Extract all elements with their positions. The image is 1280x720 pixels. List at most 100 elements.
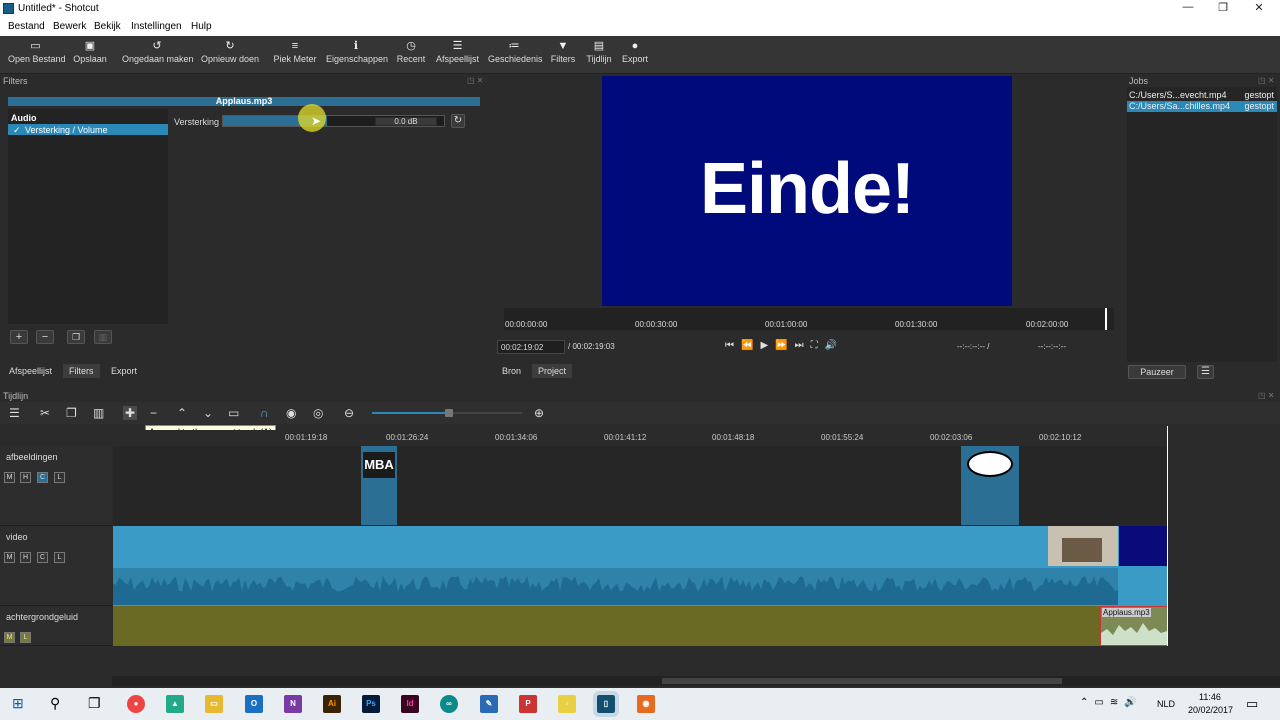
file-explorer-icon[interactable]: ▭ xyxy=(205,695,223,713)
photoshop-icon[interactable]: Ps xyxy=(362,695,380,713)
play-icon[interactable]: ▶ xyxy=(760,340,775,351)
indesign-icon[interactable]: Id xyxy=(401,695,419,713)
tab-project[interactable]: Project xyxy=(532,364,573,378)
notifications-icon[interactable]: ▭ xyxy=(1246,696,1258,712)
track-header-audio[interactable]: achtergrondgeluid M L xyxy=(0,606,112,646)
track-header-images[interactable]: afbeeldingen M H C L xyxy=(0,446,112,526)
tab-source[interactable]: Bron xyxy=(496,364,527,378)
recent-button[interactable]: ◷ Recent xyxy=(395,39,427,64)
scrollbar-handle[interactable] xyxy=(662,678,1062,684)
mute-button[interactable]: M xyxy=(4,552,15,563)
snap-icon[interactable]: ∩ xyxy=(260,406,269,420)
zoom-slider-handle[interactable] xyxy=(445,409,453,417)
lock-button[interactable]: L xyxy=(54,552,65,563)
overwrite-icon[interactable]: ⌄ xyxy=(203,406,213,420)
gain-value[interactable]: 0.0 dB xyxy=(375,117,437,126)
jobs-menu-button[interactable]: ☰ xyxy=(1197,365,1214,379)
track-audio[interactable]: Applaus.mp3 xyxy=(113,606,1168,646)
track-header-video[interactable]: video M H C L xyxy=(0,526,112,606)
sticky-notes-icon[interactable]: ▫ xyxy=(558,695,576,713)
paste-icon[interactable]: ▥ xyxy=(93,406,104,420)
copy-filter-button[interactable]: ❐ xyxy=(67,330,85,344)
menu-hulp[interactable]: Hulp xyxy=(191,21,212,32)
filters-dock-buttons[interactable]: ◳ ✕ xyxy=(467,76,483,85)
track-video[interactable] xyxy=(113,526,1168,606)
language-indicator[interactable]: NLD xyxy=(1157,699,1175,709)
mute-button[interactable]: M xyxy=(4,632,15,643)
outlook-icon[interactable]: O xyxy=(245,695,263,713)
history-button[interactable]: ≔ Geschiedenis xyxy=(488,39,543,64)
end-clip-thumbnail[interactable] xyxy=(1119,526,1168,566)
job-row[interactable]: C:/Users/Sa...chilles.mp4 gestopt xyxy=(1127,101,1277,112)
volume-icon[interactable]: 🔊 xyxy=(825,340,844,351)
lift-icon[interactable]: ⌃ xyxy=(177,406,187,420)
mute-button[interactable]: M xyxy=(4,472,15,483)
restore-button[interactable]: ❐ xyxy=(1213,1,1233,14)
minimize-button[interactable]: — xyxy=(1178,1,1198,13)
preview-scrubber[interactable]: 00:00:00:00 00:00:30:00 00:01:00:00 00:0… xyxy=(504,308,1114,330)
add-filter-button[interactable]: + xyxy=(10,330,28,344)
properties-button[interactable]: ℹ Eigenschappen xyxy=(326,39,388,64)
tab-export[interactable]: Export xyxy=(105,364,143,378)
save-button[interactable]: ▣ Opslaan xyxy=(72,39,108,64)
illustrator-icon[interactable]: Ai xyxy=(323,695,341,713)
arduino-icon[interactable]: ∞ xyxy=(440,695,458,713)
menu-bewerk[interactable]: Bewerk xyxy=(53,21,86,32)
redo-button[interactable]: ↻ Opnieuw doen xyxy=(200,39,260,64)
feather-icon[interactable]: ✎ xyxy=(480,695,498,713)
clock-time[interactable]: 11:46 xyxy=(1199,692,1221,702)
copy-icon[interactable]: ❐ xyxy=(66,406,77,420)
fast-forward-icon[interactable]: ⏩ xyxy=(775,340,794,351)
menu-instellingen[interactable]: Instellingen xyxy=(131,21,182,32)
append-icon[interactable]: ✚ xyxy=(123,406,138,420)
video-preview[interactable]: Einde! xyxy=(602,76,1012,306)
timeline-menu-icon[interactable]: ☰ xyxy=(9,406,20,420)
tray-icons[interactable]: ⌃▭≋🔊 xyxy=(1080,697,1143,708)
composite-button[interactable]: C xyxy=(37,472,48,483)
skip-previous-icon[interactable]: ⏮ xyxy=(725,340,741,351)
clock-date[interactable]: 20/02/2017 xyxy=(1188,705,1233,715)
zoom-out-icon[interactable]: ⊖ xyxy=(344,406,354,420)
chrome-icon[interactable]: ● xyxy=(127,695,145,713)
remove-filter-button[interactable]: − xyxy=(36,330,54,344)
job-row[interactable]: C:/Users/S...evecht.mp4 gestopt xyxy=(1127,90,1277,101)
image-clip[interactable]: MBA xyxy=(361,446,397,525)
image-clip[interactable] xyxy=(961,446,1019,525)
open-file-button[interactable]: ▭ Open Bestand xyxy=(8,39,66,64)
track-images[interactable]: MBA xyxy=(113,446,1168,526)
undo-button[interactable]: ↺ Ongedaan maken xyxy=(122,39,194,64)
timeline-playhead[interactable] xyxy=(1167,426,1168,646)
ripple-icon[interactable]: ◎ xyxy=(313,406,323,420)
filter-item-volume[interactable]: ✓ Versterking / Volume xyxy=(8,124,168,135)
playlist-button[interactable]: ☰ Afspeellijst xyxy=(436,39,479,64)
export-button[interactable]: ● Export xyxy=(621,39,649,64)
skip-next-icon[interactable]: ⏭ xyxy=(795,340,811,351)
lock-button[interactable]: L xyxy=(54,472,65,483)
rewind-icon[interactable]: ⏪ xyxy=(741,340,760,351)
timeline-dock-buttons[interactable]: ◳ ✕ xyxy=(1258,391,1274,400)
onenote-icon[interactable]: N xyxy=(284,695,302,713)
timeline-button[interactable]: ▤ Tijdlijn xyxy=(585,39,613,64)
reset-gain-button[interactable]: ↻ xyxy=(451,114,465,128)
cut-icon[interactable]: ✂ xyxy=(40,406,50,420)
menu-bestand[interactable]: Bestand xyxy=(8,21,45,32)
position-field[interactable]: 00:02:19:02 xyxy=(497,340,565,354)
lock-button[interactable]: L xyxy=(20,632,31,643)
zoom-fit-icon[interactable]: ⛶ xyxy=(811,340,825,351)
zoom-in-icon[interactable]: ⊕ xyxy=(534,406,544,420)
drive-icon[interactable]: ▲ xyxy=(166,695,184,713)
timeline-scrollbar[interactable] xyxy=(112,676,1280,686)
recorder-icon[interactable]: ◉ xyxy=(637,695,655,713)
filters-button[interactable]: ▼ Filters xyxy=(550,39,576,64)
scrub-icon[interactable]: ◉ xyxy=(286,406,296,420)
timeline-ruler[interactable]: 00:01:19:18 00:01:26:24 00:01:34:06 00:0… xyxy=(113,430,1168,446)
split-icon[interactable]: ▭ xyxy=(228,406,239,420)
zoom-slider[interactable] xyxy=(372,409,522,417)
gain-slider[interactable]: 0.0 dB xyxy=(222,115,445,127)
task-view-icon[interactable]: ❐ xyxy=(88,695,101,712)
close-button[interactable]: ✕ xyxy=(1249,1,1269,14)
audio-clip[interactable]: Applaus.mp3 xyxy=(1100,606,1168,645)
menu-bekijk[interactable]: Bekijk xyxy=(94,21,121,32)
remove-icon[interactable]: − xyxy=(150,406,157,420)
search-icon[interactable]: ⚲ xyxy=(50,695,60,712)
